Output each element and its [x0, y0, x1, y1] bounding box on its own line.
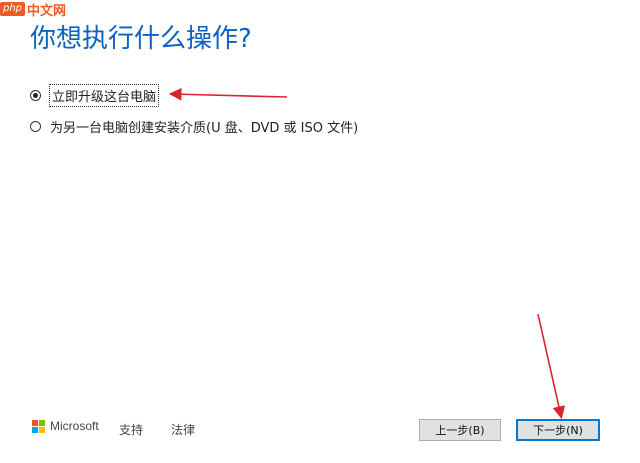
- radio-create-media[interactable]: [30, 121, 41, 132]
- support-link[interactable]: 支持: [119, 421, 143, 438]
- option-create-media-label: 为另一台电脑创建安装介质(U 盘、DVD 或 ISO 文件): [50, 121, 359, 136]
- microsoft-brand-text: Microsoft: [50, 419, 99, 433]
- back-button[interactable]: 上一步(B): [419, 419, 501, 441]
- page-title: 你想执行什么操作?: [30, 24, 252, 54]
- annotation-arrow-next: [537, 313, 566, 420]
- microsoft-grid-icon: [32, 419, 45, 433]
- legal-link[interactable]: 法律: [171, 421, 195, 438]
- radio-upgrade-pc[interactable]: [30, 90, 41, 101]
- watermark-logo: php: [0, 2, 26, 16]
- option-upgrade-pc-label: 立即升级这台电脑: [48, 84, 160, 107]
- next-button[interactable]: 下一步(N): [516, 419, 600, 441]
- option-upgrade-pc[interactable]: 立即升级这台电脑: [30, 84, 160, 107]
- watermark-text: 中文网: [27, 3, 67, 19]
- option-create-media[interactable]: 为另一台电脑创建安装介质(U 盘、DVD 或 ISO 文件): [30, 117, 358, 136]
- microsoft-logo: Microsoft: [32, 419, 99, 433]
- annotation-arrow-upgrade: [168, 87, 288, 101]
- annotation-arrows: [168, 87, 566, 420]
- watermark: php 中文网: [0, 0, 67, 19]
